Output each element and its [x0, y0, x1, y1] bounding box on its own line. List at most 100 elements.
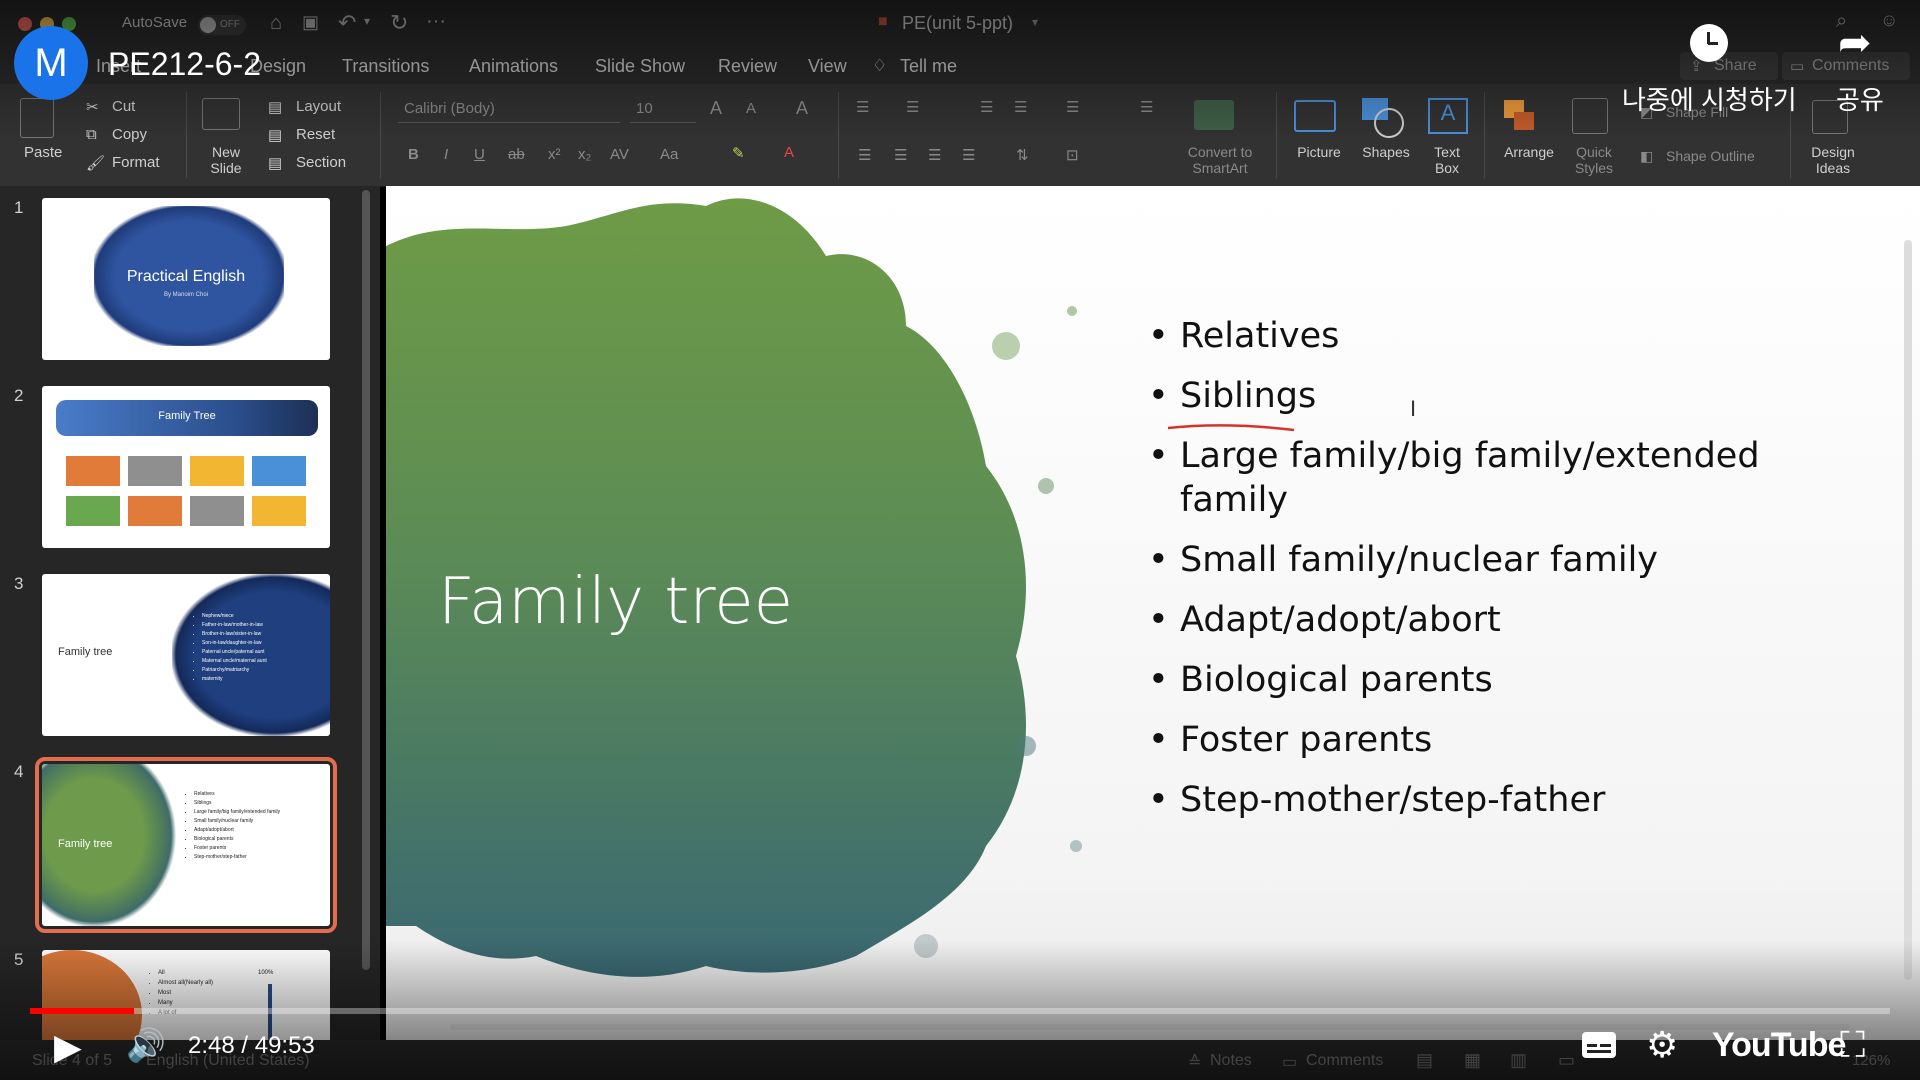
slide-thumbnail-3[interactable]: Family tree Nephew/niece Father-in-law/m…: [42, 574, 330, 736]
highlight-icon[interactable]: ✎: [732, 144, 745, 162]
bullet-item[interactable]: Adapt/adopt/abort: [1148, 598, 1788, 642]
shapes-label[interactable]: Shapes: [1356, 144, 1416, 160]
quick-styles-icon[interactable]: [1572, 98, 1608, 134]
bold-icon[interactable]: B: [408, 146, 419, 163]
cut-button[interactable]: Cut: [112, 98, 135, 115]
thumbnail-scrollbar[interactable]: [362, 190, 370, 970]
slideshow-icon[interactable]: ▭: [1558, 1050, 1575, 1071]
subtitles-icon[interactable]: [1582, 1032, 1616, 1058]
picture-icon[interactable]: [1294, 100, 1336, 132]
slide-vertical-scrollbar[interactable]: [1904, 240, 1912, 980]
format-painter-button[interactable]: Format: [112, 154, 160, 171]
numbering-icon[interactable]: ☰: [906, 98, 919, 116]
subscript-icon[interactable]: x₂: [578, 146, 591, 163]
bullet-item[interactable]: Relatives: [1148, 314, 1788, 358]
font-size-select[interactable]: 10: [630, 98, 696, 123]
align-text-icon[interactable]: ⊡: [1066, 146, 1079, 164]
slide-thumbnail-4[interactable]: Family tree Relatives Siblings Large fam…: [35, 757, 337, 933]
tab-review[interactable]: Review: [718, 56, 777, 77]
section-button[interactable]: Section: [296, 154, 346, 171]
font-color-icon[interactable]: A: [784, 144, 794, 161]
share-arrow-icon[interactable]: ➦: [1838, 20, 1872, 66]
play-icon[interactable]: ▶: [54, 1026, 82, 1068]
shape-outline-button[interactable]: Shape Outline: [1666, 148, 1755, 164]
character-spacing-icon[interactable]: AV: [610, 146, 629, 163]
autosave-toggle[interactable]: OFF: [198, 15, 246, 35]
new-slide-label[interactable]: New Slide: [196, 144, 256, 176]
reset-button[interactable]: Reset: [296, 126, 335, 143]
change-case-icon[interactable]: Aa: [660, 146, 678, 163]
tab-animations[interactable]: Animations: [469, 56, 558, 77]
youtube-logo[interactable]: YouTube: [1712, 1026, 1846, 1065]
clear-format-icon[interactable]: A: [796, 98, 808, 119]
justify-icon[interactable]: ☰: [962, 146, 975, 164]
shrink-font-icon[interactable]: A: [746, 100, 756, 117]
notes-button[interactable]: Notes: [1210, 1052, 1252, 1070]
slide-thumbnail-2[interactable]: Family Tree: [42, 386, 330, 548]
line-spacing-icon[interactable]: ☰: [1066, 98, 1079, 116]
bullet-item[interactable]: Siblings: [1148, 374, 1788, 418]
more-icon[interactable]: ···: [426, 10, 446, 33]
slide-title[interactable]: Family tree: [438, 565, 793, 639]
volume-icon[interactable]: 🔊: [126, 1026, 166, 1064]
design-ideas-label[interactable]: Design Ideas: [1800, 144, 1866, 176]
exit-fullscreen-icon[interactable]: ⛶: [1840, 1024, 1865, 1067]
bullet-item[interactable]: Biological parents: [1148, 658, 1788, 702]
settings-gear-icon[interactable]: ⚙: [1646, 1024, 1678, 1066]
columns-icon[interactable]: ☰: [1140, 98, 1153, 116]
tell-me-search[interactable]: Tell me: [900, 56, 957, 77]
undo-dropdown-icon[interactable]: ▾: [364, 14, 370, 28]
bullet-item[interactable]: Large family/big family/extended family: [1148, 434, 1788, 522]
smartart-icon[interactable]: [1194, 100, 1234, 130]
bullet-item[interactable]: Foster parents: [1148, 718, 1788, 762]
channel-avatar[interactable]: M: [14, 26, 88, 100]
text-box-icon[interactable]: A: [1428, 98, 1468, 134]
layout-button[interactable]: Layout: [296, 98, 341, 115]
superscript-icon[interactable]: x²: [548, 146, 561, 163]
redo-icon[interactable]: ↻: [390, 10, 408, 36]
font-name-select[interactable]: Calibri (Body): [398, 98, 620, 123]
account-icon[interactable]: ☺: [1880, 10, 1898, 31]
video-title[interactable]: PE212-6-2: [108, 46, 261, 83]
clock-icon[interactable]: [1690, 24, 1728, 62]
progress-track[interactable]: [30, 1008, 1890, 1014]
watch-later-label[interactable]: 나중에 시청하기: [1622, 80, 1797, 117]
reading-view-icon[interactable]: ▥: [1510, 1050, 1527, 1071]
share-label[interactable]: 공유: [1836, 80, 1884, 117]
slide-horizontal-scrollbar[interactable]: [450, 1024, 1850, 1030]
bullet-item[interactable]: Step-mother/step-father: [1148, 778, 1788, 822]
paste-icon[interactable]: [20, 98, 54, 138]
normal-view-icon[interactable]: ▤: [1416, 1050, 1433, 1071]
increase-indent-icon[interactable]: ☰: [1014, 98, 1027, 116]
strikethrough-icon[interactable]: ab: [508, 146, 525, 163]
slide-thumbnail-1[interactable]: Practical English By Manoim Choi: [42, 198, 330, 360]
bullet-item[interactable]: Small family/nuclear family: [1148, 538, 1788, 582]
bullets-icon[interactable]: ☰: [856, 98, 869, 116]
picture-label[interactable]: Picture: [1290, 144, 1348, 160]
slide-bullet-list[interactable]: Relatives Siblings Large family/big fami…: [1148, 314, 1788, 838]
tab-transitions[interactable]: Transitions: [342, 56, 429, 77]
paste-label[interactable]: Paste: [24, 144, 62, 161]
grow-font-icon[interactable]: A: [710, 98, 722, 119]
save-icon[interactable]: ▣: [302, 12, 319, 33]
tab-slide-show[interactable]: Slide Show: [595, 56, 685, 77]
home-icon[interactable]: ⌂: [270, 12, 282, 35]
new-slide-icon[interactable]: [202, 98, 240, 130]
comments-button[interactable]: Comments: [1306, 1052, 1383, 1070]
close-window-button[interactable]: [18, 17, 32, 31]
text-box-label[interactable]: Text Box: [1422, 144, 1472, 176]
tab-view[interactable]: View: [808, 56, 847, 77]
text-direction-icon[interactable]: ⇅: [1016, 146, 1029, 164]
slide-thumbnail-5[interactable]: All Almost all(Nearly all) Most Many A l…: [42, 950, 330, 1040]
align-right-icon[interactable]: ☰: [928, 146, 941, 164]
quick-styles-label[interactable]: Quick Styles: [1566, 144, 1622, 176]
undo-icon[interactable]: ↶: [338, 10, 356, 36]
underline-icon[interactable]: U: [474, 146, 485, 163]
convert-smartart-label[interactable]: Convert to SmartArt: [1180, 144, 1260, 176]
slide-sorter-icon[interactable]: ▦: [1464, 1050, 1481, 1071]
title-dropdown-icon[interactable]: ▾: [1032, 15, 1038, 29]
align-center-icon[interactable]: ☰: [894, 146, 907, 164]
align-left-icon[interactable]: ☰: [858, 146, 871, 164]
copy-button[interactable]: Copy: [112, 126, 147, 143]
italic-icon[interactable]: I: [444, 146, 448, 163]
